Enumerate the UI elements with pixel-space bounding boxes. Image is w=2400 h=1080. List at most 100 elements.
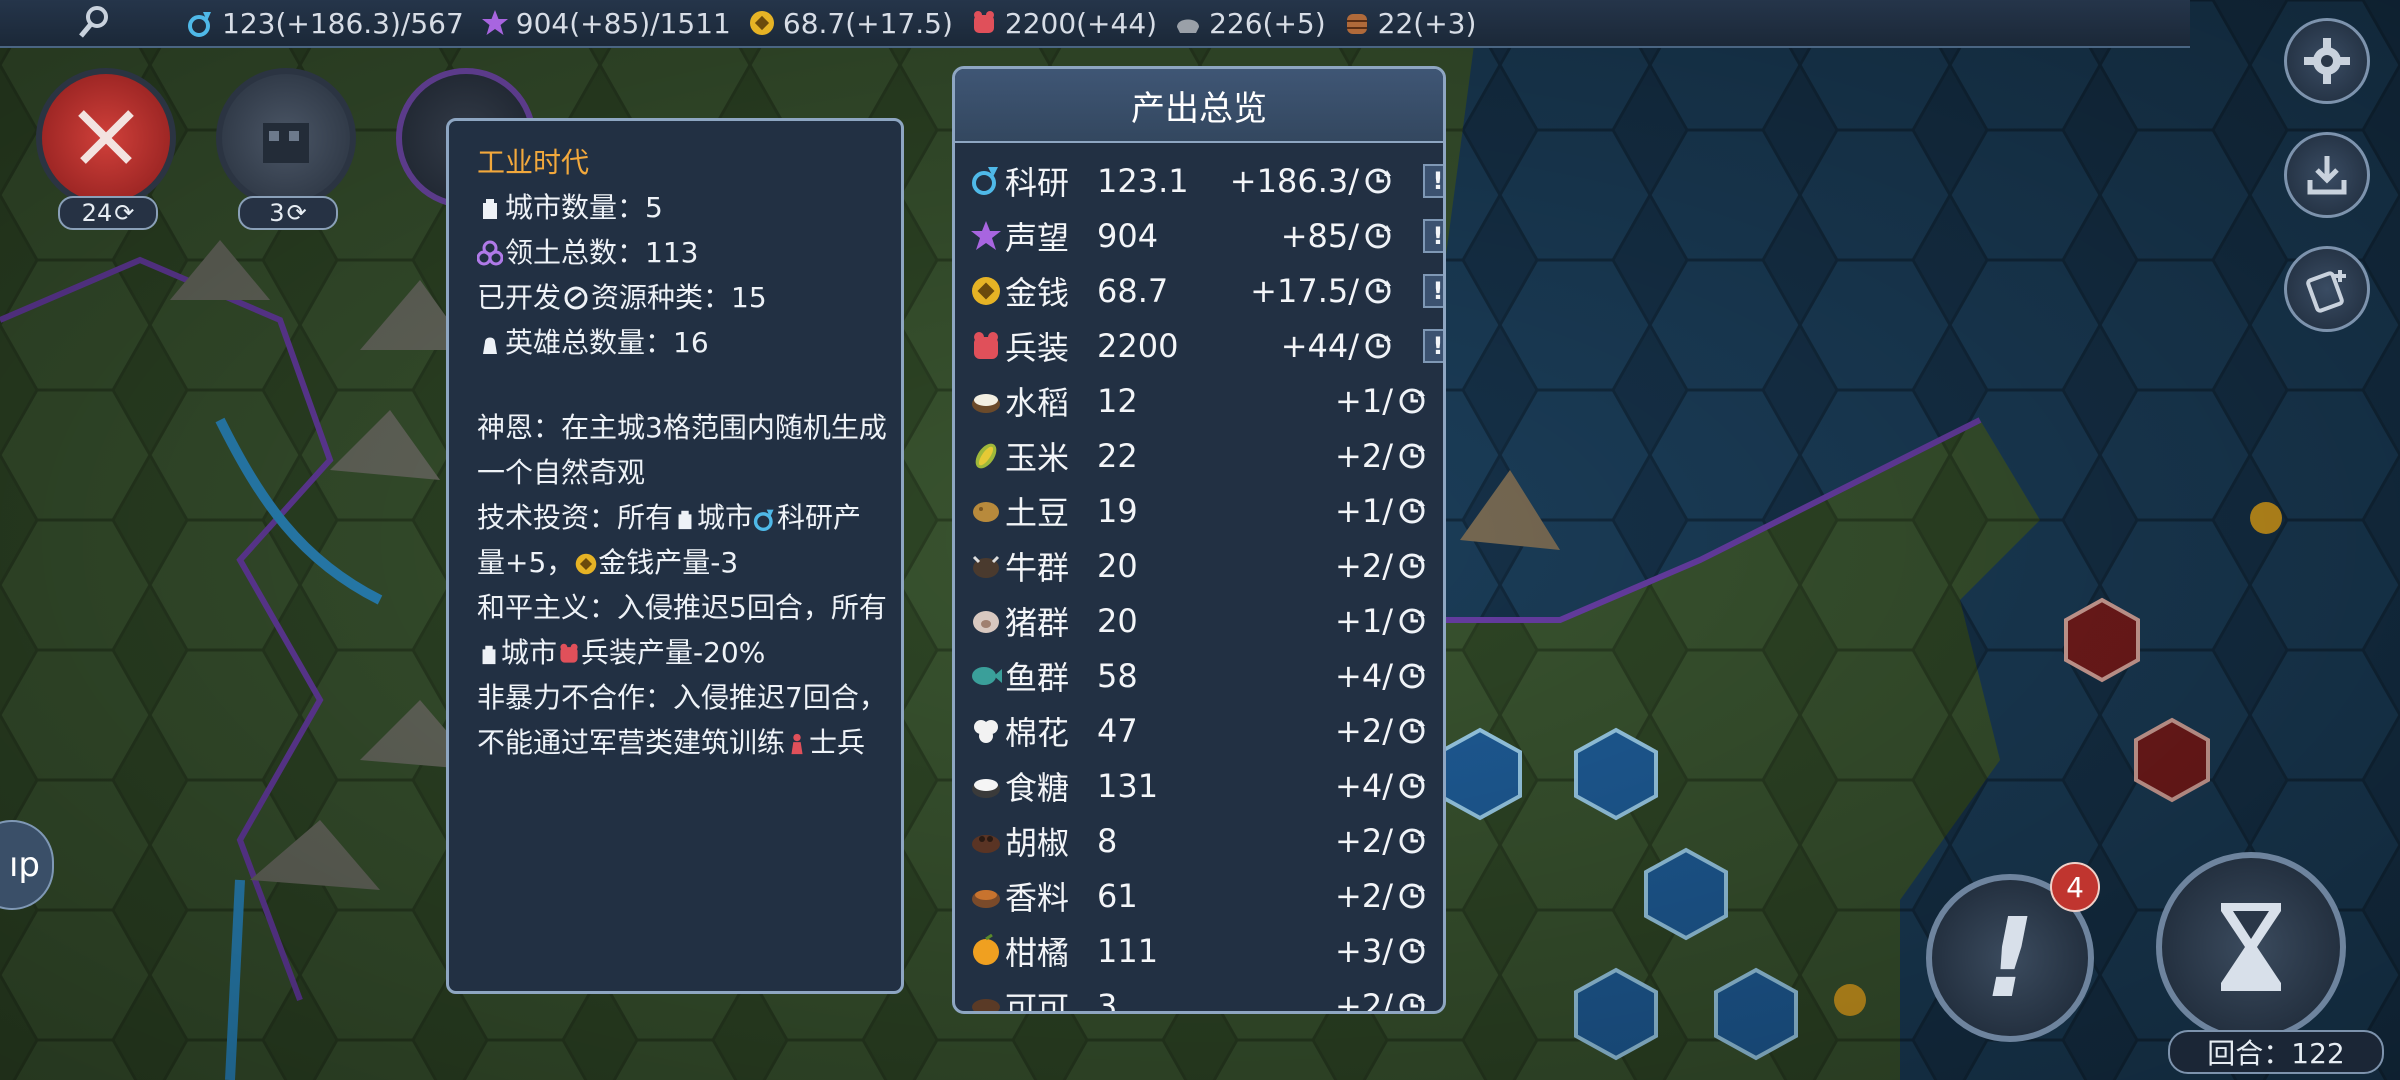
production-row-value: 131 (1097, 766, 1159, 805)
end-turn-button[interactable] (2156, 852, 2346, 1042)
production-row-rate: +4/ (1335, 656, 1393, 695)
resource-science[interactable]: 123(+186.3)/567 (186, 7, 464, 40)
production-row[interactable]: 香料 61 +2/ (969, 868, 1429, 923)
production-row-name: 土豆 (1005, 493, 1070, 532)
production-row-name: 胡椒 (1005, 823, 1070, 862)
search-button[interactable] (66, 2, 122, 42)
stat-resource-prefix: 已开发 (477, 281, 562, 314)
per-turn-icon (1395, 714, 1429, 748)
gold-coin-icon (575, 553, 597, 575)
resource-science-value: 123(+186.3)/567 (222, 6, 464, 40)
territory-icon (477, 240, 503, 266)
cocoa-icon (969, 989, 1003, 1011)
hero-helmet-icon (1173, 8, 1203, 38)
fish-icon (969, 659, 1003, 693)
per-turn-icon (1395, 604, 1429, 638)
save-button[interactable] (2284, 132, 2370, 218)
production-row[interactable]: 玉米 22 +2/ (969, 428, 1429, 483)
production-row[interactable]: 鱼群 58 +4/ (969, 648, 1429, 703)
resource-icon (563, 285, 589, 311)
city-tower-icon (678, 510, 692, 530)
hourglass-icon (2221, 903, 2281, 991)
resource-bar: 123(+186.3)/567 904(+85)/1511 68.7(+17.5… (0, 0, 2190, 48)
production-row[interactable]: 牛群 20 +2/ (969, 538, 1429, 593)
supply-barrel-icon (1342, 8, 1372, 38)
search-icon (79, 6, 108, 38)
potato-icon (969, 494, 1003, 528)
settings-button[interactable] (2284, 18, 2370, 104)
production-row[interactable]: 科研 123.1 +186.3/! (969, 153, 1443, 208)
production-row-value: 19 (1097, 491, 1138, 530)
notification-badge: 4 (2050, 862, 2100, 912)
military-button[interactable] (36, 68, 176, 208)
production-row[interactable]: 声望 904 +85/! (969, 208, 1443, 263)
add-hero-button[interactable] (2284, 246, 2370, 332)
production-row-rate: +1/ (1335, 601, 1393, 640)
production-row[interactable]: 土豆 19 +1/ (969, 483, 1429, 538)
production-row[interactable]: 棉花 47 +2/ (969, 703, 1429, 758)
effect-pacifism-text-a: 和平主义：入侵推迟5回合，所有 (477, 591, 887, 624)
production-row-rate: +1/ (1335, 491, 1393, 530)
production-row-value: 12 (1097, 381, 1138, 420)
production-row[interactable]: 柑橘 111 +3/ (969, 923, 1429, 978)
production-row-rate: +85/ (1280, 216, 1359, 255)
production-row-name: 食糖 (1005, 768, 1070, 807)
production-row[interactable]: 金钱 68.7 +17.5/! (969, 263, 1443, 318)
production-row-name: 金钱 (1005, 273, 1070, 312)
download-icon (2307, 156, 2347, 195)
stat-territory-text: 领土总数：113 (505, 236, 699, 269)
production-row-value: 20 (1097, 546, 1138, 585)
city-button[interactable] (216, 68, 356, 208)
stat-resource-text: 资源种类：15 (591, 281, 767, 314)
per-turn-icon (1361, 219, 1395, 253)
production-warning-button[interactable]: ! (1423, 273, 1443, 308)
crossed-swords-icon (78, 110, 134, 164)
resource-gold[interactable]: 68.7(+17.5) (747, 7, 953, 40)
cattle-icon (969, 549, 1003, 583)
pepper-icon (969, 824, 1003, 858)
citrus-icon (969, 933, 1003, 968)
resource-list: 123(+186.3)/567 904(+85)/1511 68.7(+17.5… (186, 0, 1476, 46)
stat-resource-types: 已开发 资源种类：15 (477, 275, 901, 320)
resource-supply[interactable]: 22(+3) (1342, 7, 1476, 40)
production-row-rate: +2/ (1335, 546, 1393, 585)
production-list[interactable]: 科研 123.1 +186.3/! 声望 904 +85/! 金钱 68.7 +17.5/! 兵装… (969, 153, 1443, 1014)
city-building-icon (263, 123, 309, 163)
production-row[interactable]: 胡椒 8 +2/ (969, 813, 1429, 868)
production-row-value: 8 (1097, 821, 1118, 860)
production-row[interactable]: 食糖 131 +4/ (969, 758, 1429, 813)
cotton-icon (969, 714, 1003, 748)
turn-icon: ⟳ (114, 199, 135, 227)
resource-armament-value: 2200(+44) (1004, 6, 1158, 40)
resource-heroes[interactable]: 226(+5) (1173, 7, 1326, 40)
per-turn-icon (1395, 879, 1429, 913)
resource-gold-value: 68.7(+17.5) (782, 6, 953, 40)
effect-non-cooperation: 非暴力不合作：入侵推迟7回合，不能通过军营类建筑训练 士兵 (477, 675, 887, 765)
production-row[interactable]: 猪群 20 +1/ (969, 593, 1429, 648)
production-row-rate: +1/ (1335, 381, 1393, 420)
production-warning-button[interactable]: ! (1423, 218, 1443, 253)
production-row[interactable]: 水稻 12 +1/ (969, 373, 1429, 428)
production-row-name: 柑橘 (1005, 933, 1070, 972)
effect-divine-grace: 神恩：在主城3格范围内随机生成一个自然奇观 (477, 405, 887, 495)
resource-armament[interactable]: 2200(+44) (969, 7, 1157, 40)
production-row[interactable]: 兵装 2200 +44/! (969, 318, 1443, 373)
military-count: 24 ⟳ (58, 196, 158, 230)
per-turn-icon (1395, 439, 1429, 473)
production-row-value: 904 (1097, 216, 1159, 255)
per-turn-icon (1361, 164, 1395, 198)
production-row-rate: +3/ (1335, 931, 1393, 970)
production-row-value: 123.1 (1097, 161, 1189, 200)
production-row[interactable]: 可可 3 +2/ (969, 978, 1429, 1014)
production-overview-panel[interactable]: 产出总览 科研 123.1 +186.3/! 声望 904 +85/! 金钱 68.7 +17.… (952, 66, 1446, 1014)
per-turn-icon (1395, 769, 1429, 803)
stat-city-count: 城市数量：5 (477, 185, 901, 230)
production-row-name: 水稻 (1005, 383, 1070, 422)
production-row-rate: +2/ (1335, 986, 1393, 1014)
production-warning-button[interactable]: ! (1423, 163, 1443, 198)
production-warning-button[interactable]: ! (1423, 328, 1443, 363)
stat-heroes: 英雄总数量：16 (477, 320, 901, 365)
production-overview-title: 产出总览 (955, 69, 1443, 143)
resource-prestige[interactable]: 904(+85)/1511 (480, 7, 731, 40)
production-row-value: 58 (1097, 656, 1138, 695)
